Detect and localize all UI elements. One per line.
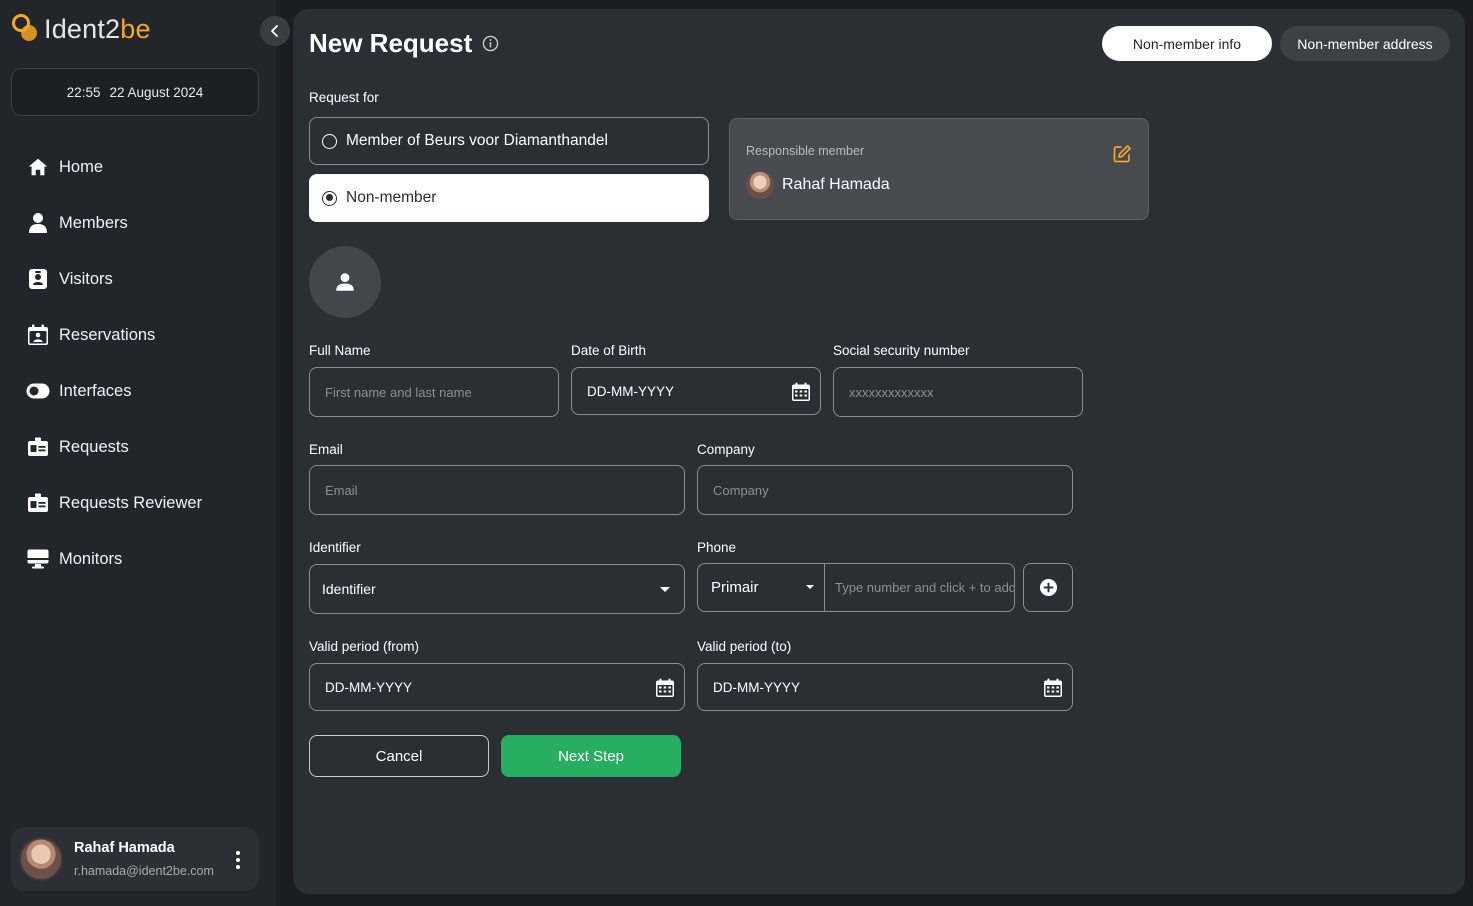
company-input[interactable] — [713, 466, 1072, 514]
caret-down-icon — [806, 585, 814, 589]
option-label: Non-member — [346, 189, 437, 206]
id-card-icon — [26, 435, 50, 459]
page-title-wrap: New Request — [309, 28, 499, 59]
plus-circle-icon — [1039, 578, 1057, 597]
email-field — [309, 465, 685, 515]
sidebar: Ident2be 22:55 22 August 2024 Home Membe… — [0, 0, 276, 906]
avatar — [746, 171, 774, 199]
dob-label: Date of Birth — [571, 343, 647, 358]
profile-photo-upload[interactable] — [309, 246, 381, 318]
sidebar-item-monitors[interactable]: Monitors — [0, 531, 276, 587]
add-phone-button[interactable] — [1023, 563, 1073, 612]
brand-name: Ident2 — [44, 13, 121, 44]
email-label: Email — [309, 442, 343, 457]
more-options-icon[interactable] — [235, 851, 241, 869]
identifier-select[interactable]: Identifier — [309, 564, 685, 614]
phone-label: Phone — [697, 540, 737, 555]
radio-unchecked-icon — [322, 133, 337, 149]
id-card-icon — [26, 491, 50, 515]
sidebar-item-members[interactable]: Members — [0, 195, 276, 251]
person-icon — [336, 273, 354, 291]
calendar-icon[interactable] — [790, 381, 812, 403]
option-label: Member of Beurs voor Diamanthandel — [346, 132, 608, 149]
phone-type-value: Primair — [711, 579, 759, 596]
step-tabs: Non-member info Non-member address — [1102, 26, 1450, 61]
monitor-icon — [26, 547, 50, 571]
calendar-icon[interactable] — [1042, 677, 1064, 699]
sidebar-item-reservations[interactable]: Reservations — [0, 307, 276, 363]
user-profile-card[interactable]: Rahaf Hamada r.hamada@ident2be.com — [11, 827, 259, 891]
valid-from-value: DD-MM-YYYY — [325, 679, 412, 695]
sidebar-item-label: Requests — [59, 437, 129, 456]
responsible-member-card: Responsible member Rahaf Hamada — [729, 118, 1149, 220]
phone-type-select[interactable]: Primair — [698, 564, 825, 611]
brand-logo[interactable]: Ident2be — [10, 12, 151, 46]
brand-accent: be — [120, 13, 151, 44]
sidebar-item-label: Home — [59, 157, 104, 176]
valid-from-field[interactable]: DD-MM-YYYY — [309, 663, 685, 711]
avatar — [19, 837, 63, 881]
sidebar-item-requests[interactable]: Requests — [0, 419, 276, 475]
toggle-icon — [26, 379, 50, 403]
company-field — [697, 465, 1073, 515]
sidebar-item-label: Members — [59, 213, 128, 232]
logo-icon — [10, 13, 42, 45]
valid-to-value: DD-MM-YYYY — [713, 679, 800, 695]
responsible-label: Responsible member — [746, 144, 865, 158]
chevron-left-icon — [271, 25, 278, 37]
main-nav: Home Members Visitors Reservations Inter… — [0, 139, 276, 587]
home-icon — [26, 155, 50, 179]
calendar-icon[interactable] — [654, 677, 676, 699]
ssn-field — [833, 367, 1083, 417]
sidebar-item-interfaces[interactable]: Interfaces — [0, 363, 276, 419]
sidebar-item-label: Visitors — [59, 269, 113, 288]
responsible-name: Rahaf Hamada — [782, 176, 890, 193]
sidebar-item-home[interactable]: Home — [0, 139, 276, 195]
radio-checked-icon — [322, 190, 337, 206]
current-time: 22:55 — [66, 84, 101, 100]
identifier-label: Identifier — [309, 540, 361, 555]
request-for-label: Request for — [309, 90, 379, 105]
ssn-input[interactable] — [849, 368, 1082, 416]
main-panel: New Request Non-member info Non-member a… — [293, 9, 1465, 894]
full-name-input[interactable] — [325, 368, 558, 416]
cancel-button[interactable]: Cancel — [309, 735, 489, 777]
edit-icon[interactable] — [1112, 144, 1132, 164]
next-step-button[interactable]: Next Step — [501, 735, 681, 777]
full-name-label: Full Name — [309, 343, 371, 358]
phone-field: Primair — [697, 563, 1015, 612]
collapse-sidebar-button[interactable] — [260, 16, 290, 46]
valid-to-field[interactable]: DD-MM-YYYY — [697, 663, 1073, 711]
email-input[interactable] — [325, 466, 684, 514]
sidebar-item-label: Reservations — [59, 325, 156, 344]
info-icon[interactable] — [482, 35, 499, 52]
full-name-field — [309, 367, 559, 417]
dob-value: DD-MM-YYYY — [587, 383, 674, 399]
page-title: New Request — [309, 28, 473, 58]
phone-number-input[interactable] — [835, 580, 1014, 595]
sidebar-item-label: Requests Reviewer — [59, 493, 203, 512]
tab-non-member-info[interactable]: Non-member info — [1102, 26, 1272, 61]
badge-icon — [26, 267, 50, 291]
user-name: Rahaf Hamada — [74, 840, 175, 856]
sidebar-item-requests-reviewer[interactable]: Requests Reviewer — [0, 475, 276, 531]
clock-display: 22:55 22 August 2024 — [11, 68, 259, 116]
valid-from-label: Valid period (from) — [309, 639, 420, 654]
person-icon — [26, 211, 50, 235]
option-non-member[interactable]: Non-member — [309, 174, 709, 222]
calendar-person-icon — [26, 323, 50, 347]
ssn-label: Social security number — [833, 343, 970, 358]
caret-down-icon — [660, 587, 670, 592]
valid-to-label: Valid period (to) — [697, 639, 792, 654]
dob-field[interactable]: DD-MM-YYYY — [571, 367, 821, 415]
company-label: Company — [697, 442, 755, 457]
identifier-value: Identifier — [322, 581, 376, 597]
tab-non-member-address[interactable]: Non-member address — [1280, 26, 1450, 61]
sidebar-item-visitors[interactable]: Visitors — [0, 251, 276, 307]
option-member[interactable]: Member of Beurs voor Diamanthandel — [309, 117, 709, 165]
sidebar-item-label: Interfaces — [59, 381, 132, 400]
sidebar-item-label: Monitors — [59, 549, 123, 568]
current-date: 22 August 2024 — [109, 84, 204, 100]
user-email: r.hamada@ident2be.com — [74, 864, 214, 878]
